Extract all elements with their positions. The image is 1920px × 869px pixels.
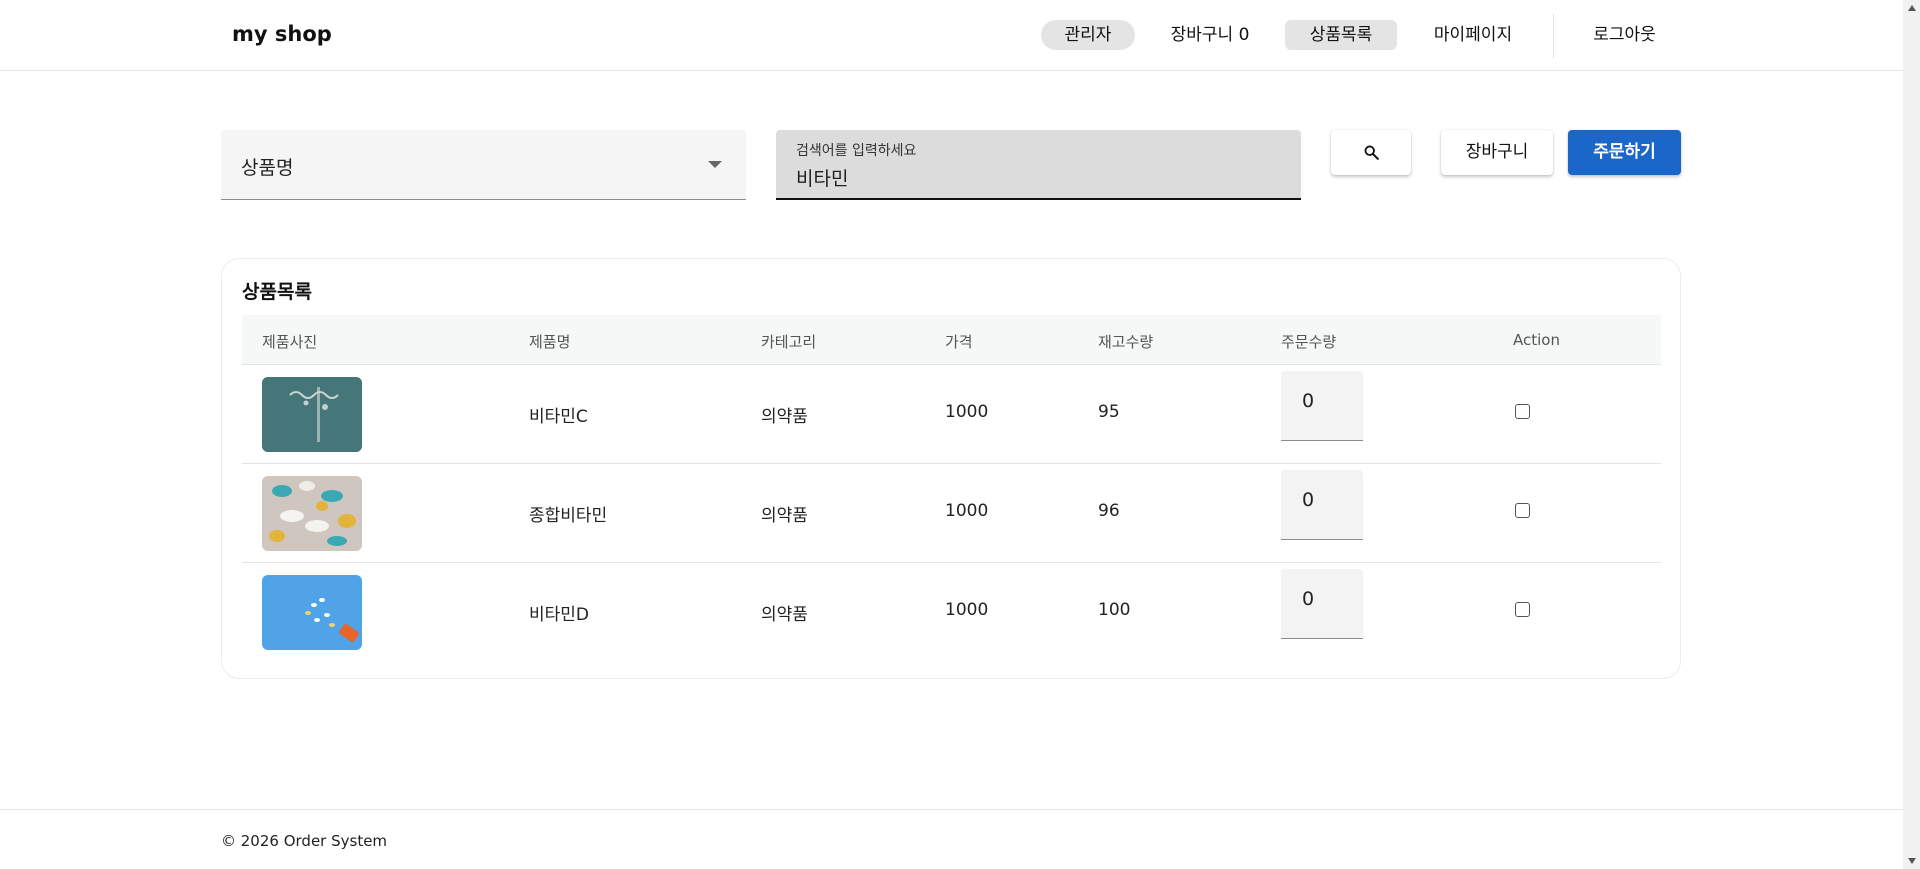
- select-checkbox[interactable]: [1515, 602, 1530, 617]
- product-name: 비타민C: [529, 407, 588, 427]
- scroll-down-icon[interactable]: [1908, 858, 1916, 864]
- product-image: [262, 377, 362, 452]
- search-input-value[interactable]: 비타민: [796, 164, 848, 191]
- product-stock: 95: [1098, 402, 1120, 422]
- product-list-title: 상품목록: [242, 281, 312, 303]
- nav-products[interactable]: 상품목록: [1285, 20, 1397, 50]
- nav-mypage[interactable]: 마이페이지: [1418, 20, 1528, 50]
- product-table: 제품사진 제품명 카테고리 가격 재고수량 주문수량 Action 비타민C 의…: [242, 315, 1661, 662]
- table-header: 제품사진 제품명 카테고리 가격 재고수량 주문수량 Action: [242, 315, 1661, 365]
- search-type-value: 상품명: [241, 157, 294, 179]
- select-checkbox[interactable]: [1515, 503, 1530, 518]
- nav-cart[interactable]: 장바구니 0: [1160, 20, 1260, 50]
- search-button[interactable]: [1331, 130, 1411, 175]
- chevron-down-icon: [708, 161, 722, 168]
- nav-logout[interactable]: 로그아웃: [1577, 20, 1672, 50]
- order-button[interactable]: 주문하기: [1568, 130, 1681, 175]
- product-name: 종합비타민: [529, 506, 608, 526]
- product-list-card: 상품목록 제품사진 제품명 카테고리 가격 재고수량 주문수량 Action 비…: [221, 258, 1681, 679]
- nav-divider: [1553, 14, 1554, 58]
- product-price: 1000: [945, 402, 989, 422]
- order-quantity-value: 0: [1302, 489, 1315, 511]
- select-checkbox[interactable]: [1515, 404, 1530, 419]
- table-row: 비타민C 의약품 1000 95 0: [242, 365, 1661, 464]
- order-quantity-input[interactable]: 0: [1281, 371, 1363, 441]
- order-quantity-input[interactable]: 0: [1281, 569, 1363, 639]
- order-quantity-value: 0: [1302, 390, 1315, 412]
- product-price: 1000: [945, 600, 989, 620]
- product-category: 의약품: [761, 605, 808, 625]
- search-input[interactable]: 검색어를 입력하세요 비타민: [776, 130, 1301, 200]
- column-header-stock: 재고수량: [1098, 333, 1154, 351]
- order-quantity-input[interactable]: 0: [1281, 470, 1363, 540]
- order-quantity-value: 0: [1302, 588, 1315, 610]
- nav-menu: 관리자 장바구니 0 상품목록 마이페이지 로그아웃: [0, 14, 1903, 58]
- table-row: 종합비타민 의약품 1000 96 0: [242, 464, 1661, 563]
- add-to-cart-button[interactable]: 장바구니: [1441, 130, 1553, 175]
- product-name: 비타민D: [529, 605, 590, 625]
- product-stock: 100: [1098, 600, 1131, 620]
- table-row: 비타민D 의약품 1000 100 0: [242, 563, 1661, 662]
- top-nav-bar: my shop 관리자 장바구니 0 상품목록 마이페이지 로그아웃: [0, 0, 1903, 71]
- product-stock: 96: [1098, 501, 1120, 521]
- column-header-photo: 제품사진: [262, 333, 318, 351]
- vertical-scrollbar[interactable]: [1903, 0, 1920, 869]
- product-category: 의약품: [761, 506, 808, 526]
- search-icon: [1364, 145, 1379, 160]
- search-type-select[interactable]: 상품명: [221, 130, 746, 200]
- product-price: 1000: [945, 501, 989, 521]
- nav-admin[interactable]: 관리자: [1041, 20, 1135, 50]
- footer: © 2026 Order System: [0, 809, 1903, 869]
- scroll-up-icon[interactable]: [1908, 5, 1916, 11]
- footer-copyright: © 2026 Order System: [221, 832, 388, 850]
- product-image: [262, 575, 362, 650]
- column-header-category: 카테고리: [761, 333, 817, 351]
- column-header-name: 제품명: [529, 333, 571, 351]
- column-header-price: 가격: [945, 333, 973, 351]
- product-image: [262, 476, 362, 551]
- column-header-action: Action: [1513, 331, 1560, 349]
- product-category: 의약품: [761, 407, 808, 427]
- column-header-qty: 주문수량: [1281, 333, 1337, 351]
- page: my shop 관리자 장바구니 0 상품목록 마이페이지 로그아웃 상품명 검…: [0, 0, 1903, 869]
- search-input-label: 검색어를 입력하세요: [796, 143, 917, 159]
